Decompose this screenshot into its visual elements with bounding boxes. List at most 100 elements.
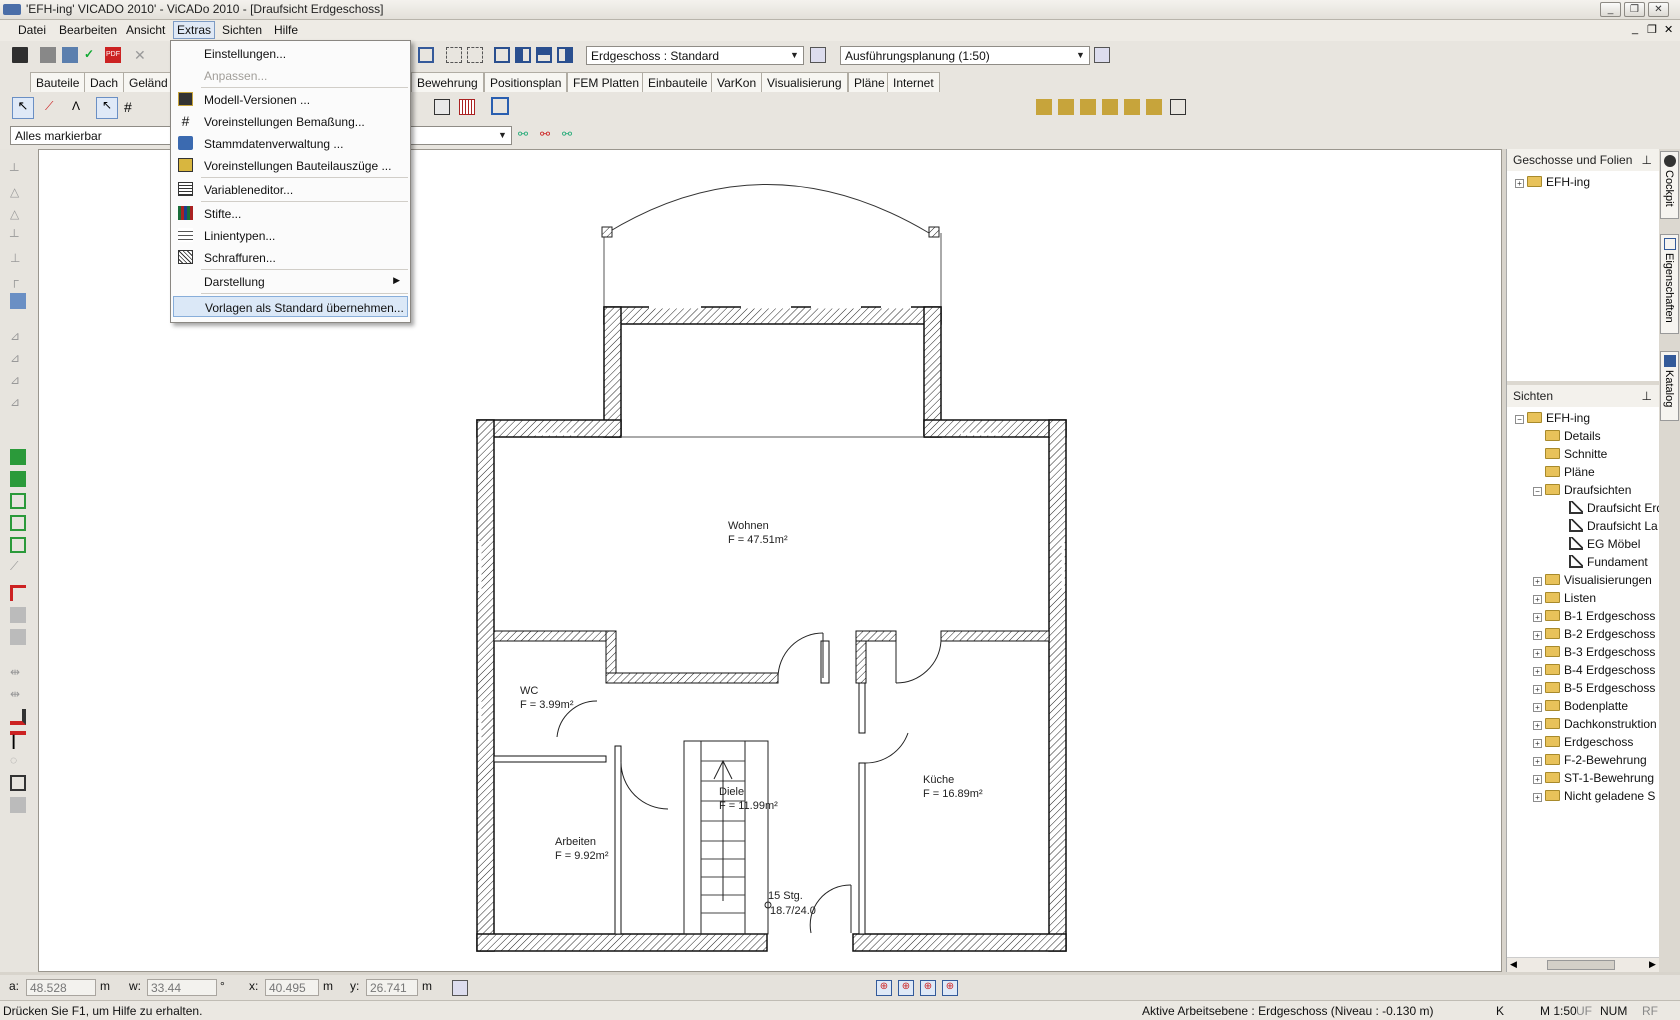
- binoculars-add-icon[interactable]: ⚯: [562, 127, 578, 143]
- select-area-icon[interactable]: [446, 47, 462, 63]
- tool-icon-n[interactable]: ┃: [10, 731, 26, 749]
- sichten-tree-root[interactable]: − EFH-ing: [1515, 411, 1590, 425]
- collapse-icon[interactable]: −: [1533, 487, 1542, 496]
- tree-item-plaene[interactable]: Pläne: [1545, 465, 1595, 479]
- w-input[interactable]: 33.44: [147, 979, 217, 996]
- menu-item-vorlagen-standard[interactable]: Vorlagen als Standard übernehmen...: [173, 296, 408, 317]
- select-area2-icon[interactable]: [467, 47, 483, 63]
- snap-icon-2[interactable]: △: [10, 185, 26, 201]
- tab-fem-platten[interactable]: FEM Platten: [567, 72, 646, 92]
- binoculars-remove-icon[interactable]: ⚯: [540, 127, 556, 143]
- x-input[interactable]: 40.495: [265, 979, 319, 996]
- tree-item-other[interactable]: + Visualisierungen: [1533, 573, 1652, 587]
- tree-item-other[interactable]: + Bodenplatte: [1533, 699, 1628, 713]
- plan-combo[interactable]: Ausführungsplanung (1:50) ▼: [840, 46, 1090, 65]
- expand-icon[interactable]: +: [1533, 775, 1542, 784]
- snap-icon-3[interactable]: △: [10, 207, 26, 223]
- dim-icon-2[interactable]: ⊿: [10, 351, 26, 367]
- tool-icon-o[interactable]: ◌: [10, 753, 26, 769]
- expand-icon[interactable]: +: [1533, 667, 1542, 676]
- mdi-restore-icon[interactable]: ❐: [1647, 23, 1657, 36]
- tool-icon-c[interactable]: [1080, 99, 1096, 115]
- snap-toggle-icon-3[interactable]: ⊕: [920, 980, 936, 996]
- window-split-icon-3[interactable]: [536, 47, 552, 63]
- tab-einbauteile[interactable]: Einbauteile: [642, 72, 714, 92]
- horizontal-scrollbar[interactable]: ◀ ▶: [1507, 957, 1660, 972]
- mdi-close-icon[interactable]: ✕: [1664, 23, 1673, 36]
- tree-item-other[interactable]: + Erdgeschoss: [1533, 735, 1633, 749]
- tree-item-other[interactable]: + B-3 Erdgeschoss: [1533, 645, 1655, 659]
- dim-icon-3[interactable]: ⊿: [10, 373, 26, 389]
- side-tab-cockpit[interactable]: Cockpit: [1660, 151, 1679, 219]
- scroll-right-icon[interactable]: ▶: [1649, 959, 1656, 970]
- tree-item-other[interactable]: + B-2 Erdgeschoss: [1533, 627, 1655, 641]
- snap-icon-4[interactable]: ┴: [10, 229, 26, 245]
- menu-item-stammdatenverwaltung[interactable]: Stammdatenverwaltung ...: [173, 133, 408, 154]
- tab-bauteile[interactable]: Bauteile: [30, 72, 86, 92]
- menu-extras[interactable]: Extras: [173, 21, 216, 39]
- expand-icon[interactable]: +: [1533, 577, 1542, 586]
- line-draw-icon[interactable]: ⟋: [45, 99, 61, 115]
- tree-item-other[interactable]: + Listen: [1533, 591, 1596, 605]
- grid-icon[interactable]: #: [124, 99, 140, 115]
- tool-icon-l[interactable]: ⇹: [10, 687, 26, 703]
- snap-icon-1[interactable]: ┴: [10, 163, 26, 179]
- tree-item-other[interactable]: + F-2-Bewehrung: [1533, 753, 1647, 767]
- tree-item-other[interactable]: + B-1 Erdgeschoss: [1533, 609, 1655, 623]
- window-split-icon-1[interactable]: [494, 47, 510, 63]
- expand-icon[interactable]: +: [1533, 703, 1542, 712]
- green-tool-icon-5[interactable]: [10, 537, 26, 553]
- tab-internet[interactable]: Internet: [887, 72, 940, 92]
- close-button[interactable]: ✕: [1648, 2, 1669, 17]
- a-input[interactable]: 48.528: [26, 979, 96, 996]
- save-icon[interactable]: [12, 47, 28, 63]
- hatch-icon[interactable]: [459, 99, 475, 115]
- menu-item-schraffuren[interactable]: Schraffuren...: [173, 247, 408, 268]
- tab-bewehrung[interactable]: Bewehrung: [411, 72, 484, 92]
- menu-item-modell-versionen[interactable]: Modell-Versionen ...: [173, 89, 408, 110]
- floor-combo[interactable]: Erdgeschoss : Standard ▼: [586, 46, 804, 65]
- angle-icon[interactable]: Λ: [72, 99, 88, 115]
- green-tool-icon-1[interactable]: [10, 449, 26, 465]
- tab-gelaende[interactable]: Geländ: [123, 72, 171, 92]
- green-tool-icon-3[interactable]: [10, 493, 26, 509]
- expand-icon[interactable]: +: [1533, 757, 1542, 766]
- tool-icon-m[interactable]: [10, 709, 26, 725]
- y-input[interactable]: 26.741: [366, 979, 418, 996]
- menu-item-einstellungen[interactable]: Einstellungen...: [173, 43, 408, 64]
- pdf-icon[interactable]: PDF: [105, 47, 121, 63]
- print-preview-icon[interactable]: [62, 47, 78, 63]
- snap-toggle-icon-2[interactable]: ⊕: [898, 980, 914, 996]
- expand-icon[interactable]: +: [1533, 631, 1542, 640]
- minimize-button[interactable]: _: [1600, 2, 1621, 17]
- side-tab-katalog[interactable]: Katalog: [1660, 351, 1679, 421]
- layout-icon-1[interactable]: [418, 47, 434, 63]
- menu-bearbeiten[interactable]: Bearbeiten: [59, 23, 117, 37]
- tab-visualisierung[interactable]: Visualisierung: [761, 72, 848, 92]
- tree-item-other[interactable]: + ST-1-Bewehrung: [1533, 771, 1654, 785]
- pin-icon[interactable]: ⊥: [1642, 153, 1652, 167]
- tool-icon-k[interactable]: ⇹: [10, 665, 26, 681]
- collapse-icon[interactable]: −: [1515, 415, 1524, 424]
- expand-icon[interactable]: +: [1533, 685, 1542, 694]
- tab-positionsplan[interactable]: Positionsplan: [484, 72, 568, 92]
- tree-item-other[interactable]: + Dachkonstruktion: [1533, 717, 1657, 731]
- tree-item-other[interactable]: + B-5 Erdgeschoss: [1533, 681, 1655, 695]
- dim-icon-4[interactable]: ⊿: [10, 395, 26, 411]
- select-cursor-icon[interactable]: ↖: [96, 97, 118, 119]
- menu-item-variableneditor[interactable]: Variableneditor...: [173, 179, 408, 200]
- tree-item-fundament[interactable]: Fundament: [1569, 555, 1648, 569]
- tree-item-other[interactable]: + B-4 Erdgeschoss: [1533, 663, 1655, 677]
- expand-icon[interactable]: +: [1533, 793, 1542, 802]
- window-split-icon-4[interactable]: [557, 47, 573, 63]
- coord-settings-icon[interactable]: [452, 980, 468, 996]
- floor-settings-icon[interactable]: [810, 47, 826, 63]
- tree-item-details[interactable]: Details: [1545, 429, 1601, 443]
- tool-icon-b[interactable]: [1058, 99, 1074, 115]
- tree-item-draufsicht-la[interactable]: Draufsicht La: [1569, 519, 1658, 533]
- wall-icon[interactable]: [434, 99, 450, 115]
- tree-item-other[interactable]: + Nicht geladene S: [1533, 789, 1655, 803]
- tab-plaene[interactable]: Pläne: [848, 72, 891, 92]
- tree-item-schnitte[interactable]: Schnitte: [1545, 447, 1607, 461]
- expand-icon[interactable]: +: [1515, 179, 1524, 188]
